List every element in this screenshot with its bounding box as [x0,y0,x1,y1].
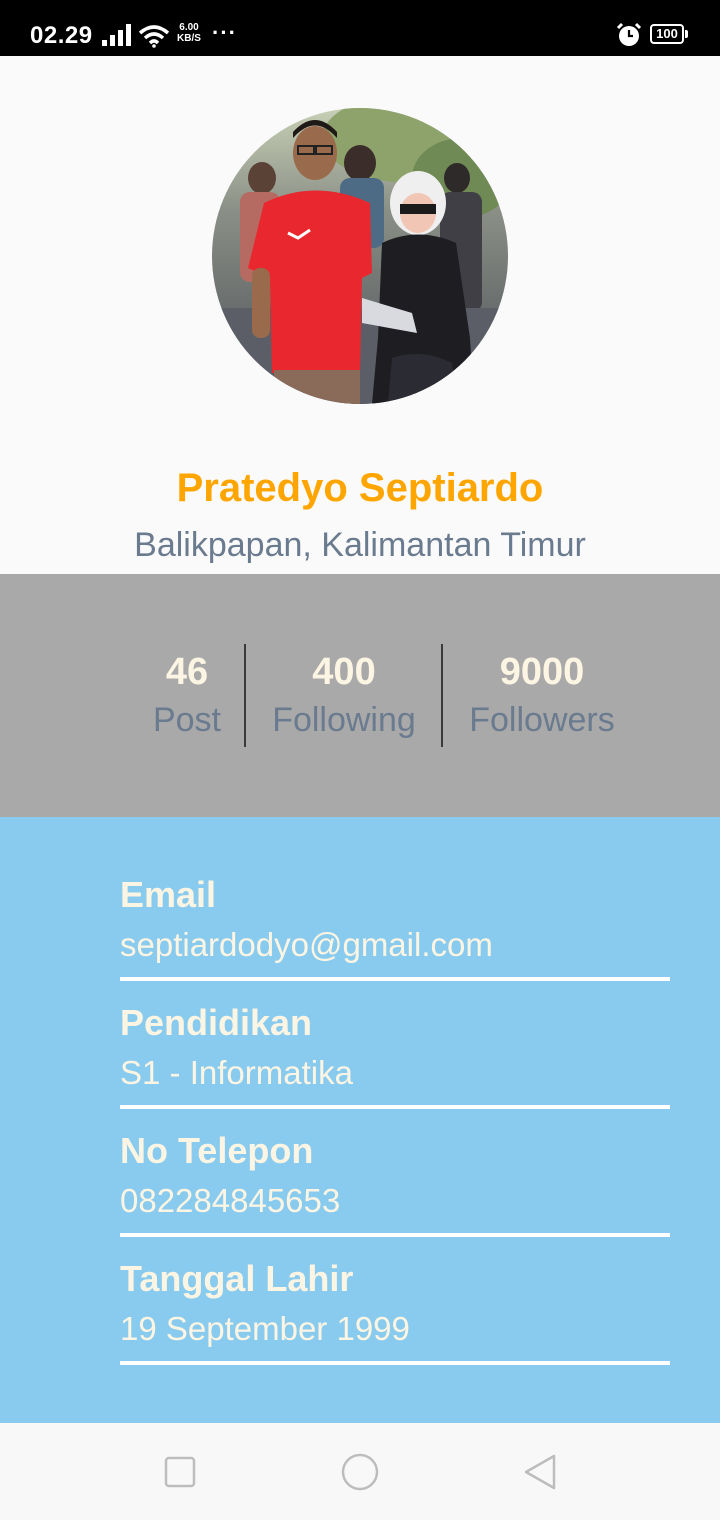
home-circle-icon[interactable] [340,1452,380,1492]
more-notifications-icon: ··· [212,20,237,45]
divider [120,1361,670,1365]
stats-section: 46 Post 400 Following 9000 Followers [0,574,720,817]
detail-label: No Telepon [120,1130,314,1171]
detail-label: Pendidikan [120,1002,313,1043]
battery-icon: 100 [650,24,688,46]
status-bar: 02.29 6.00 KB/S ··· 100 [0,0,720,56]
wifi-icon [138,25,170,48]
stat-value: 46 [165,651,209,693]
stat-value: 400 [312,651,376,693]
stat-value: 9000 [499,651,585,693]
detail-value: 19 September 1999 [120,1310,410,1347]
profile-header: Pratedyo Septiardo Balikpapan, Kalimanta… [0,56,720,574]
profile-name: Pratedyo Septiardo [176,466,544,510]
profile-screen: 02.29 6.00 KB/S ··· 100 Pratedyo Septiar… [0,0,720,1520]
detail-label: Tanggal Lahir [120,1258,354,1299]
divider [120,1105,670,1109]
divider [120,1233,670,1237]
stat-following[interactable]: 400 Following [246,650,442,746]
recents-square-icon[interactable] [160,1452,200,1492]
stat-divider [441,644,443,747]
detail-birthdate: Tanggal Lahir 19 September 1999 [120,1257,670,1369]
stat-label: Followers [469,701,615,739]
battery-level: 100 [650,24,684,44]
back-triangle-icon[interactable] [520,1452,560,1492]
detail-phone: No Telepon 082284845653 [120,1129,670,1241]
battery-tip [685,30,688,38]
detail-value[interactable]: 082284845653 [120,1179,340,1223]
avatar[interactable] [212,108,508,404]
alarm-icon [616,22,642,46]
detail-value: S1 - Informatika [120,1054,353,1091]
details-section: Email septiardodyo@gmail.com Pendidikan … [0,817,720,1423]
detail-email: Email septiardodyo@gmail.com [120,873,670,985]
detail-value[interactable]: septiardodyo@gmail.com [120,923,493,967]
detail-label: Email [120,874,217,915]
profile-location: Balikpapan, Kalimantan Timur [134,526,586,564]
network-speed-value: 6.00 [179,22,199,33]
stat-label: Following [272,701,416,739]
detail-education: Pendidikan S1 - Informatika [120,1001,670,1113]
profile-photo [212,108,508,404]
divider [120,977,670,981]
stat-label: Post [152,701,222,739]
signal-icon [102,24,131,46]
stat-followers[interactable]: 9000 Followers [444,650,640,746]
status-time: 02.29 [30,22,93,49]
network-speed-unit: KB/S [177,33,201,44]
navigation-bar [0,1424,720,1520]
stat-post[interactable]: 46 Post [130,650,244,746]
network-speed: 6.00 KB/S [174,22,204,44]
